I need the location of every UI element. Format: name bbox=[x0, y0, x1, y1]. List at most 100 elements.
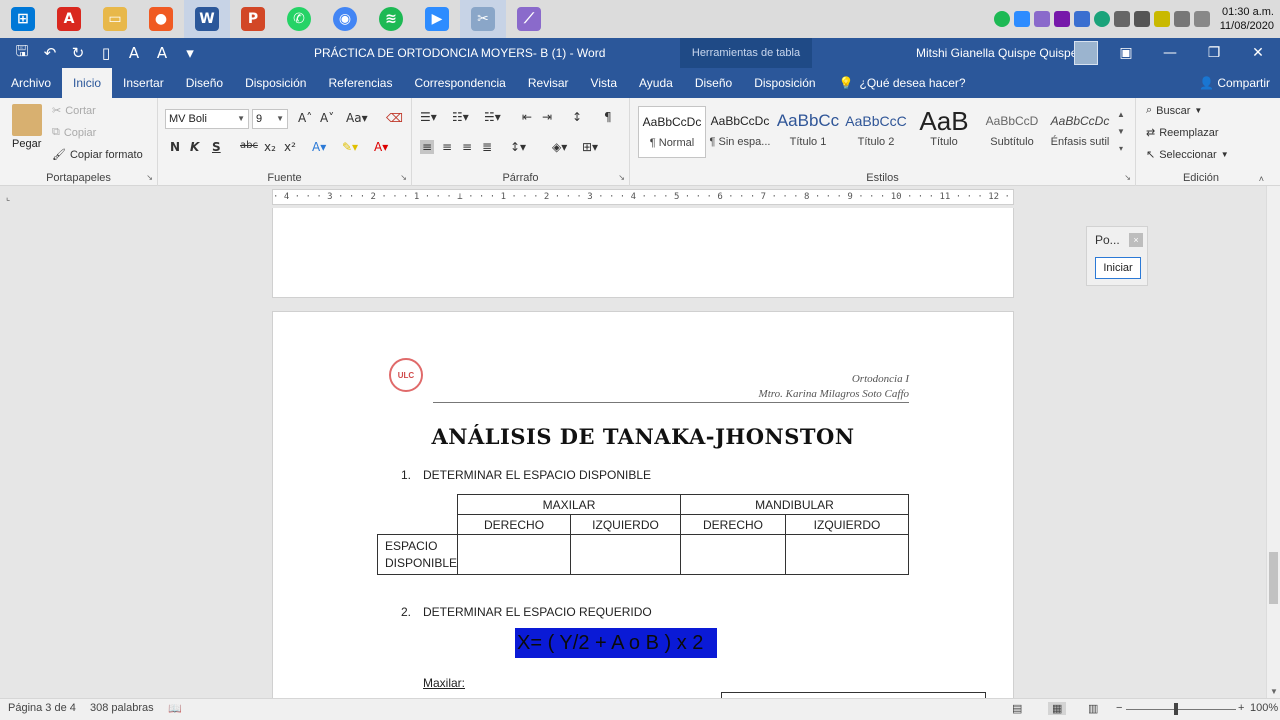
list-item[interactable]: 2. DETERMINAR EL ESPACIO REQUERIDO bbox=[401, 605, 652, 619]
superscript-icon[interactable]: x² bbox=[284, 140, 296, 154]
underline-icon[interactable]: S bbox=[212, 140, 221, 154]
save-icon[interactable]: 🖫 bbox=[10, 41, 34, 65]
horizontal-ruler[interactable]: · 4 · · · 3 · · · 2 · · · 1 · · · ⊥ · · … bbox=[272, 189, 1014, 205]
table-cell[interactable] bbox=[784, 534, 910, 575]
table-subheader[interactable]: IZQUIERDO bbox=[784, 514, 910, 535]
style-subtle-emphasis[interactable]: AaBbCcDc Énfasis sutil bbox=[1046, 106, 1114, 158]
document-canvas[interactable]: ULC Ortodoncia I Mtro. Karina Milagros S… bbox=[0, 208, 1266, 698]
battery-icon[interactable] bbox=[1153, 11, 1170, 27]
font-size-select[interactable]: 9 ▼ bbox=[252, 109, 288, 129]
table-header-maxilar[interactable]: MAXILAR bbox=[457, 494, 681, 515]
tab-referencias[interactable]: Referencias bbox=[317, 68, 403, 98]
zoom-tray-icon[interactable] bbox=[1013, 11, 1030, 27]
bullets-icon[interactable]: ☰▾ bbox=[420, 110, 437, 124]
multilevel-list-icon[interactable]: ☵▾ bbox=[484, 110, 501, 124]
clipboard-launcher-icon[interactable]: ↘ bbox=[146, 173, 153, 182]
taskbar-zoom[interactable]: ▶ bbox=[414, 0, 460, 38]
taskbar-word[interactable]: W bbox=[184, 0, 230, 38]
table-cell[interactable] bbox=[680, 534, 786, 575]
tab-archivo[interactable]: Archivo bbox=[0, 68, 62, 98]
justify-icon[interactable]: ≣ bbox=[482, 140, 492, 154]
tab-table-disposicion[interactable]: Disposición bbox=[743, 68, 826, 98]
grow-font-icon[interactable]: A˄ bbox=[298, 111, 312, 125]
tab-selector-icon[interactable]: ⌞ bbox=[6, 192, 10, 203]
network-tray-icon[interactable] bbox=[1113, 11, 1130, 27]
ribbon-display-options-icon[interactable]: ▣ bbox=[1104, 38, 1148, 68]
numbering-icon[interactable]: ☷▾ bbox=[452, 110, 469, 124]
close-button[interactable]: ✕ bbox=[1236, 38, 1280, 68]
text-effects-icon[interactable]: A▾ bbox=[312, 140, 326, 154]
avatar[interactable] bbox=[1074, 41, 1098, 65]
new-document-icon[interactable]: ▯ bbox=[94, 41, 118, 65]
word-count[interactable]: 308 palabras bbox=[90, 702, 154, 714]
paste-button[interactable]: Pegar bbox=[12, 138, 41, 150]
space-table[interactable]: MAXILAR MANDIBULAR DERECHO IZQUIERDO DER… bbox=[376, 494, 910, 575]
tab-correspondencia[interactable]: Correspondencia bbox=[403, 68, 516, 98]
taskbar-whatsapp[interactable]: ✆ bbox=[276, 0, 322, 38]
taskbar-snipping-tool[interactable]: ✂ bbox=[460, 0, 506, 38]
print-layout-icon[interactable]: ▦ bbox=[1048, 702, 1067, 715]
share-button[interactable]: 👤 Compartir bbox=[1199, 68, 1270, 98]
font-launcher-icon[interactable]: ↘ bbox=[400, 173, 407, 182]
find-button[interactable]: ⌕ Buscar ▼ bbox=[1146, 104, 1202, 117]
zoom-out-icon[interactable]: − bbox=[1116, 702, 1122, 714]
customize-qat-icon[interactable]: ▾ bbox=[178, 41, 202, 65]
subscript-icon[interactable]: x₂ bbox=[264, 140, 276, 154]
tab-ayuda[interactable]: Ayuda bbox=[628, 68, 684, 98]
style-no-spacing[interactable]: AaBbCcDc ¶ Sin espa... bbox=[706, 106, 774, 158]
page-count[interactable]: Página 3 de 4 bbox=[8, 702, 76, 714]
styles-launcher-icon[interactable]: ↘ bbox=[1124, 173, 1131, 182]
tab-table-diseno[interactable]: Diseño bbox=[684, 68, 743, 98]
clear-formatting-icon[interactable]: ⌫ bbox=[386, 111, 403, 125]
font-color-qat-icon[interactable]: A bbox=[150, 41, 174, 65]
document-page[interactable]: ULC Ortodoncia I Mtro. Karina Milagros S… bbox=[272, 311, 1014, 698]
proofing-icon[interactable]: 📖 bbox=[168, 702, 182, 715]
flag-icon[interactable] bbox=[1193, 11, 1210, 27]
redo-icon[interactable]: ↻ bbox=[66, 41, 90, 65]
vertical-scrollbar[interactable]: ▼ bbox=[1266, 186, 1280, 698]
taskbar-firefox[interactable]: ● bbox=[138, 0, 184, 38]
select-button[interactable]: ↖ Seleccionar ▼ bbox=[1146, 148, 1229, 162]
style-heading-1[interactable]: AaBbCc Título 1 bbox=[774, 106, 842, 158]
taskbar-pen-app[interactable]: ⟋ bbox=[506, 0, 552, 38]
replace-button[interactable]: ⇄ Reemplazar bbox=[1146, 126, 1219, 140]
format-painter-button[interactable]: 🖌 Copiar formato bbox=[52, 148, 143, 162]
cut-button[interactable]: ✂ Cortar bbox=[52, 104, 96, 118]
user-name[interactable]: Mitshi Gianella Quispe Quispe bbox=[916, 38, 1077, 68]
increase-indent-icon[interactable]: ⇥ bbox=[542, 110, 552, 124]
tab-diseno[interactable]: Diseño bbox=[175, 68, 234, 98]
bold-icon[interactable]: N bbox=[170, 140, 180, 154]
pen-tray-icon[interactable] bbox=[1033, 11, 1050, 27]
font-color-icon[interactable]: A▾ bbox=[374, 140, 388, 154]
start-button[interactable]: Iniciar bbox=[1095, 257, 1141, 279]
shrink-font-icon[interactable]: A˅ bbox=[320, 111, 334, 125]
collapse-ribbon-icon[interactable]: ˄ bbox=[1259, 174, 1264, 184]
close-icon[interactable]: × bbox=[1129, 233, 1143, 247]
borders-icon[interactable]: ⊞▾ bbox=[582, 140, 598, 154]
table-subheader[interactable]: IZQUIERDO bbox=[570, 514, 681, 535]
style-heading-2[interactable]: AaBbCcC Título 2 bbox=[842, 106, 910, 158]
zoom-in-icon[interactable]: + bbox=[1238, 702, 1244, 714]
taskbar-spotify[interactable]: ≋ bbox=[368, 0, 414, 38]
spotify-tray-icon[interactable] bbox=[993, 11, 1010, 27]
shading-icon[interactable]: ◈▾ bbox=[552, 140, 567, 154]
web-layout-icon[interactable]: ▥ bbox=[1088, 702, 1098, 715]
minimize-button[interactable]: — bbox=[1148, 38, 1192, 68]
styles-scroll[interactable]: ▲ ▼ ▾ bbox=[1114, 106, 1128, 158]
italic-icon[interactable]: K bbox=[190, 140, 199, 154]
taskbar-acrobat[interactable]: A bbox=[46, 0, 92, 38]
formula-selected-text[interactable]: X= ( Y/2 + A o B ) x 2 bbox=[515, 628, 717, 658]
document-heading[interactable]: ANÁLISIS DE TANAKA-JHONSTON bbox=[273, 424, 1013, 449]
font-style-icon[interactable]: A bbox=[122, 41, 146, 65]
tab-inicio[interactable]: Inicio bbox=[62, 68, 113, 98]
taskbar-powerpoint[interactable]: P bbox=[230, 0, 276, 38]
line-spacing-icon[interactable]: ↕▾ bbox=[510, 140, 526, 154]
zoom-level[interactable]: 100% bbox=[1250, 702, 1278, 714]
style-subtitle[interactable]: AaBbCcD Subtítulo bbox=[978, 106, 1046, 158]
sort-icon[interactable]: ↕ bbox=[572, 110, 582, 124]
start-button[interactable]: ⊞ bbox=[0, 0, 46, 38]
align-center-icon[interactable]: ≡ bbox=[442, 140, 452, 154]
scroll-thumb[interactable] bbox=[1269, 552, 1278, 604]
taskbar-chrome[interactable]: ◉ bbox=[322, 0, 368, 38]
table-cell[interactable] bbox=[457, 534, 572, 575]
